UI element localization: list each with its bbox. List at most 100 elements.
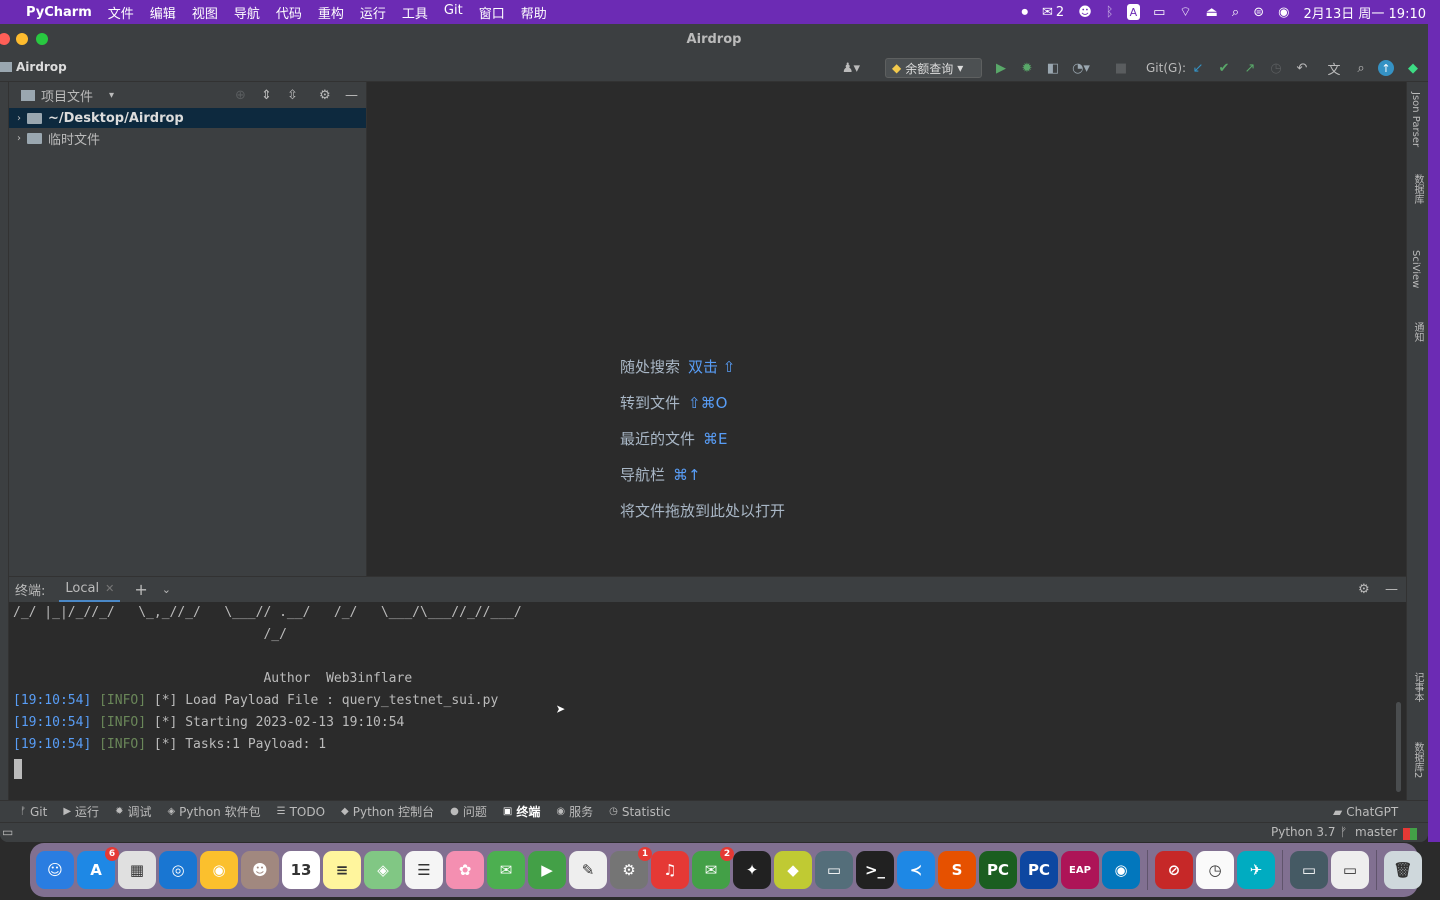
chevron-down-icon[interactable]: ▾	[109, 90, 114, 101]
account-icon[interactable]: ♟▾	[842, 59, 860, 77]
dock-messages-icon[interactable]: ✉	[487, 851, 525, 889]
expand-all-icon[interactable]: ⇕	[261, 88, 272, 103]
project-breadcrumb[interactable]: Airdrop	[0, 60, 67, 74]
bottom-tab[interactable]: ◷ Statistic	[601, 803, 678, 820]
update-icon[interactable]: ↑	[1378, 60, 1394, 76]
close-window-button[interactable]	[0, 33, 10, 45]
profile-icon[interactable]: ◔▾	[1072, 59, 1090, 77]
dock-contacts-icon[interactable]: ☻	[241, 851, 279, 889]
dock-app-green-icon[interactable]: ◆	[774, 851, 812, 889]
editor-empty-area[interactable]: 随处搜索 双击 ⇧ 转到文件 ⇧⌘O 最近的文件 ⌘E 导航栏 ⌘↑ 将文件拖放到此处以打开	[367, 82, 1406, 576]
sciview-tab[interactable]: SciView	[1410, 250, 1421, 288]
dock-qq-icon[interactable]: ✦	[733, 851, 771, 889]
dock-photos-icon[interactable]: ✿	[446, 851, 484, 889]
bottom-tab[interactable]: ● 问题	[442, 803, 495, 820]
dock-lark-icon[interactable]: ✈	[1237, 851, 1275, 889]
menu-app-name[interactable]: PyCharm	[26, 5, 100, 20]
menu-item[interactable]: 导航	[226, 3, 268, 22]
coverage-icon[interactable]: ◧	[1044, 59, 1062, 77]
dock-clock-icon[interactable]: ◷	[1196, 851, 1234, 889]
gear-icon[interactable]: ⚙	[1358, 582, 1370, 597]
project-panel-title[interactable]: 项目文件	[41, 86, 93, 105]
git-push-icon[interactable]: ↗	[1241, 59, 1259, 77]
notepad-tab[interactable]: 记事本	[1410, 672, 1425, 702]
bottom-tab[interactable]: ▣ 终端	[495, 803, 548, 820]
minimize-window-button[interactable]	[16, 33, 28, 45]
menu-item[interactable]: 重构	[310, 3, 352, 22]
bottom-tab[interactable]: ◈ Python 软件包	[159, 803, 268, 820]
bottom-tab[interactable]: ✹ 调试	[107, 803, 159, 820]
eject-icon[interactable]: ⏏	[1199, 5, 1225, 20]
dock-system-preferences-icon[interactable]: ⚙ 1	[610, 847, 652, 889]
app-status-icon[interactable]: ☻	[1071, 5, 1099, 20]
chevron-right-icon[interactable]: ›	[17, 133, 21, 144]
database-tab[interactable]: 数据库	[1410, 174, 1425, 204]
dock-app-red-icon[interactable]: ⊘	[1155, 851, 1193, 889]
dock-notes-icon[interactable]: ≡	[323, 851, 361, 889]
dock-screen-share-icon[interactable]: ▭	[815, 851, 853, 889]
chevron-down-icon[interactable]: ⌄	[162, 583, 171, 596]
dock-safari-icon[interactable]: ◎	[159, 851, 197, 889]
python-interpreter[interactable]: Python 3.7	[1271, 825, 1336, 839]
add-terminal-icon[interactable]: +	[134, 580, 147, 599]
notifications-tab[interactable]: 通知	[1410, 322, 1425, 342]
zoom-window-button[interactable]	[36, 33, 48, 45]
bluetooth-icon[interactable]: ᛒ	[1099, 5, 1121, 20]
dock-eap-icon[interactable]: EAP	[1061, 851, 1099, 889]
menu-item[interactable]: 工具	[394, 3, 436, 22]
git-update-icon[interactable]: ↙	[1189, 59, 1207, 77]
dock-window1-icon[interactable]: ▭	[1290, 851, 1328, 889]
dock-textedit-icon[interactable]: ✎	[569, 851, 607, 889]
wifi-icon[interactable]: ⌔	[1172, 4, 1198, 20]
search-icon[interactable]: ⌕	[1352, 59, 1370, 77]
dock-netease-music-icon[interactable]: ♫	[651, 851, 689, 889]
stop-icon[interactable]: ■	[1112, 59, 1130, 77]
terminal-scrollbar[interactable]	[1396, 702, 1401, 792]
dock-vscode-icon[interactable]: ≺	[897, 851, 935, 889]
terminal-output[interactable]: /_/ |_|/_//_/ \_,_//_/ \___// .__/ /_/ \…	[9, 602, 1406, 800]
rollback-icon[interactable]: ↶	[1293, 59, 1311, 77]
run-icon[interactable]: ▶	[992, 59, 1010, 77]
dock-terminal-icon[interactable]: >_	[856, 851, 894, 889]
run-config-select[interactable]: ◆ 余额查询 ▾	[885, 58, 982, 78]
dock-trash-icon[interactable]: 🗑	[1384, 851, 1422, 889]
dock-sublime-icon[interactable]: S	[938, 851, 976, 889]
close-icon[interactable]: ✕	[105, 582, 114, 595]
bottom-tab[interactable]: ◆ Python 控制台	[333, 803, 442, 820]
minimize-icon[interactable]: —	[1385, 582, 1398, 597]
translate-icon[interactable]: 文	[1325, 59, 1343, 78]
minimize-icon[interactable]: —	[345, 88, 358, 103]
input-method-icon[interactable]: A	[1126, 4, 1141, 20]
json-parser-tab[interactable]: Json Parser	[1410, 92, 1421, 147]
menu-item[interactable]: 代码	[268, 3, 310, 22]
dock-wechat-icon[interactable]: ✉ 2	[692, 847, 734, 889]
database2-tab[interactable]: 数据库2	[1410, 742, 1425, 778]
dock-calendar-icon[interactable]: 13	[282, 851, 320, 889]
dock-launchpad-icon[interactable]: ▦	[118, 851, 156, 889]
battery-icon[interactable]: ▭	[1146, 5, 1172, 20]
locate-icon[interactable]: ⊕	[235, 88, 246, 103]
spotlight-icon[interactable]: ⌕	[1225, 5, 1246, 20]
menu-item[interactable]: 帮助	[513, 3, 555, 22]
bottom-tab[interactable]: ᚠ Git	[12, 803, 55, 820]
dock-maps-icon[interactable]: ◈	[364, 851, 402, 889]
bottom-tab[interactable]: ◉ 服务	[548, 803, 601, 820]
menu-item[interactable]: Git	[436, 3, 471, 22]
dock-chrome-icon[interactable]: ◉	[200, 851, 238, 889]
siri-icon[interactable]: ◉	[1271, 5, 1296, 20]
control-center-icon[interactable]: ⊜	[1246, 5, 1271, 20]
debug-icon[interactable]: ✹	[1018, 59, 1036, 77]
dock-app-store-icon[interactable]: A6	[77, 847, 119, 889]
dock-pycharm-ce-icon[interactable]: PC	[1020, 851, 1058, 889]
menubar-datetime[interactable]: 2月13日 周一 19:10	[1296, 3, 1440, 22]
dock-proxyman-icon[interactable]: ◉	[1102, 851, 1140, 889]
dock-finder-icon[interactable]: ☺	[36, 851, 74, 889]
wechat-status-icon[interactable]: ✉ 2	[1035, 5, 1071, 20]
terminal-tab-local[interactable]: Local ✕	[59, 577, 121, 603]
dock-facetime-icon[interactable]: ▶	[528, 851, 566, 889]
tree-item[interactable]: › ~/Desktop/Airdrop	[9, 108, 366, 128]
menu-item[interactable]: 运行	[352, 3, 394, 22]
collapse-all-icon[interactable]: ⇳	[287, 88, 298, 103]
menu-item[interactable]: 文件	[100, 3, 142, 22]
menu-item[interactable]: 视图	[184, 3, 226, 22]
